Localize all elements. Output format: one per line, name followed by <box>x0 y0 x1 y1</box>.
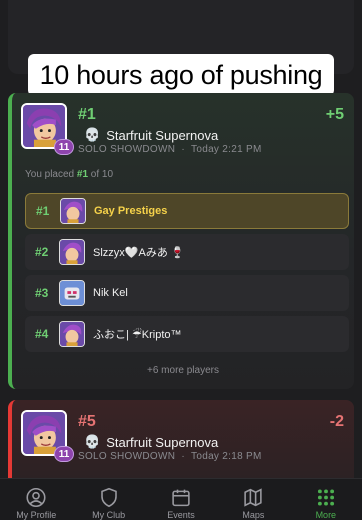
overlay-caption: 10 hours ago of pushing <box>28 54 334 96</box>
player-avatar <box>59 280 85 306</box>
player-position: #3 <box>35 286 49 300</box>
match-meta: SOLO SHOWDOWN · Today 2:21 PM <box>78 144 262 155</box>
match-time: Today 2:21 PM <box>191 144 262 155</box>
match-rank: #5 <box>78 413 96 430</box>
placement-prefix: You placed <box>25 169 77 180</box>
player-name: Gay Prestiges <box>94 205 168 217</box>
bottom-tab-bar: My Profile My Club Events Maps More <box>0 478 362 520</box>
tab-maps[interactable]: Maps <box>217 479 289 520</box>
player-position: #2 <box>35 245 49 259</box>
player-row[interactable]: #1 Gay Prestiges <box>25 193 349 229</box>
shelly-mini-icon <box>61 199 85 223</box>
mode-label: SOLO SHOWDOWN <box>78 144 176 155</box>
placement-suffix: of 10 <box>88 169 114 180</box>
skull-icon: 💀 <box>84 127 101 142</box>
placement-rank: #1 <box>76 169 89 180</box>
player-row[interactable]: #3 Nik Kel <box>25 275 349 311</box>
meta-separator: · <box>178 144 189 155</box>
map-icon <box>244 488 263 507</box>
trophy-delta: +5 <box>325 106 344 123</box>
tab-label: My Club <box>92 510 126 520</box>
skull-icon: 💀 <box>84 434 101 449</box>
profile-icon <box>26 487 46 508</box>
robot-brawler-icon <box>60 281 84 305</box>
brawler-level-badge: 11 <box>54 446 74 462</box>
trophy-delta: -2 <box>329 413 344 430</box>
shelly-mini-icon <box>60 322 84 346</box>
tab-my-club[interactable]: My Club <box>72 479 144 520</box>
tab-more[interactable]: More <box>290 479 362 520</box>
player-row[interactable]: #4 ふおこ| ☔Kripto™ <box>25 316 349 352</box>
match-card-loss[interactable]: 11 #5 -2 💀 Starfruit Supernova SOLO SHOW… <box>8 400 354 490</box>
player-avatar <box>59 239 85 265</box>
mode-label: SOLO SHOWDOWN <box>78 451 176 462</box>
map-title: 💀 Starfruit Supernova <box>84 127 218 143</box>
tab-label: My Profile <box>16 510 57 520</box>
tab-label: Events <box>167 510 195 520</box>
shield-icon <box>100 487 117 508</box>
tab-label: More <box>315 510 337 520</box>
map-name: Starfruit Supernova <box>106 434 219 450</box>
shelly-mini-icon <box>60 240 84 264</box>
calendar-icon <box>172 489 190 507</box>
match-meta: SOLO SHOWDOWN · Today 2:18 PM <box>78 451 262 462</box>
match-history-screen: 10 hours ago of pushing 11 #1 +5 💀 Starf… <box>0 0 362 520</box>
map-title: 💀 Starfruit Supernova <box>84 434 218 450</box>
brawler-level-badge: 11 <box>54 139 74 155</box>
player-name: Slzzyx🤍Aみあ 🍷 <box>93 247 185 259</box>
tab-my-profile[interactable]: My Profile <box>0 479 72 520</box>
tab-events[interactable]: Events <box>145 479 217 520</box>
placement-summary: You placed #1 of 10 <box>25 169 113 180</box>
match-rank: #1 <box>78 106 96 123</box>
player-avatar <box>60 198 86 224</box>
tab-label: Maps <box>242 510 265 520</box>
player-position: #4 <box>35 327 49 341</box>
match-card-win[interactable]: 11 #1 +5 💀 Starfruit Supernova SOLO SHOW… <box>8 93 354 389</box>
meta-separator: · <box>178 451 189 462</box>
match-time: Today 2:18 PM <box>191 451 262 462</box>
more-players-link[interactable]: +6 more players <box>12 365 354 376</box>
player-name: Nik Kel <box>93 287 128 299</box>
player-row[interactable]: #2 Slzzyx🤍Aみあ 🍷 <box>25 234 349 270</box>
player-avatar <box>59 321 85 347</box>
player-position: #1 <box>36 204 50 218</box>
player-name: ふおこ| ☔Kripto™ <box>93 329 182 341</box>
map-name: Starfruit Supernova <box>106 127 219 143</box>
grid-dots-icon <box>317 489 334 506</box>
